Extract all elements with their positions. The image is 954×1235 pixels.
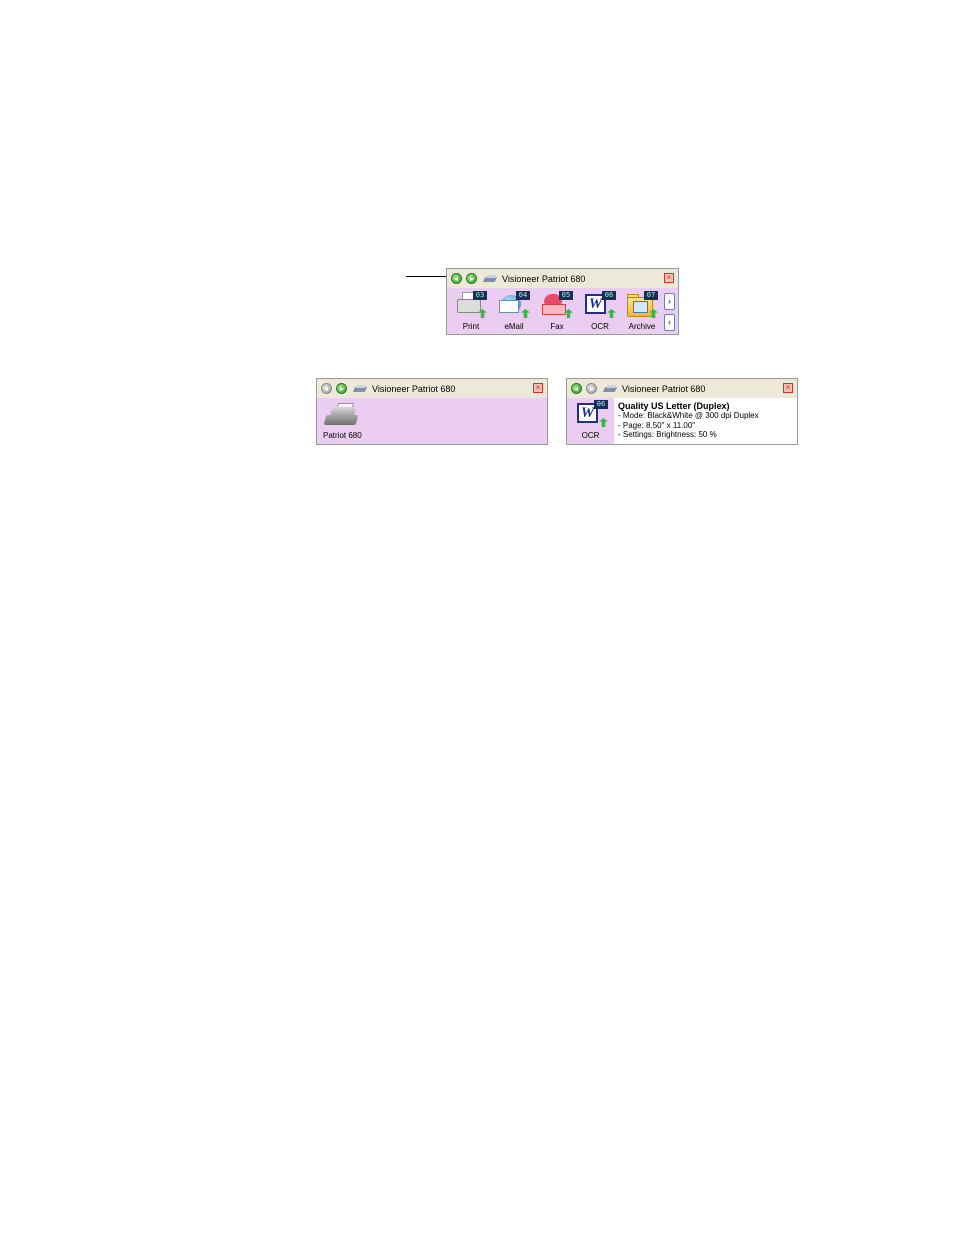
close-icon[interactable]: × [664,273,674,283]
button-number-badge: 07 [644,291,658,300]
button-number-badge: 03 [473,291,487,300]
page-line: - Page: 8.50" x 11.00" [618,420,696,430]
device-area: Patriot 680 [317,398,547,444]
panel-title: Visioneer Patriot 680 [372,383,456,394]
back-arrow-icon[interactable] [321,383,332,394]
panel-title: Visioneer Patriot 680 [502,273,586,284]
word-ocr-icon: W 06 [584,291,616,318]
back-arrow-icon[interactable] [451,273,462,284]
forward-arrow-icon[interactable] [466,273,477,284]
green-arrow-icon [599,418,608,427]
title-bar: Visioneer Patriot 680 × [317,379,547,398]
button-label: Fax [550,322,564,331]
button-number-badge: 06 [594,400,608,409]
fax-icon: 05 [541,291,573,318]
close-icon[interactable]: × [783,383,793,393]
detail-area: W 06 OCR Quality US Letter (Duplex) - Mo… [567,398,797,444]
scanner-icon [354,385,368,393]
selected-button[interactable]: W 06 OCR [567,398,614,444]
one-touch-panel-buttons: Visioneer Patriot 680 × 03 Print 04 eMai… [446,268,679,335]
back-arrow-icon[interactable] [571,383,582,394]
scanner-icon [484,275,498,283]
button-number-badge: 04 [516,291,530,300]
configuration-title: Quality US Letter (Duplex) [618,401,730,411]
archive-folder-icon: 07 [626,291,658,318]
title-bar: Visioneer Patriot 680 × [447,269,678,288]
callout-line [406,276,446,277]
panel-title: Visioneer Patriot 680 [622,383,706,394]
forward-arrow-icon[interactable] [586,383,597,394]
configuration-details: Quality US Letter (Duplex) - Mode: Black… [618,401,759,440]
scanner-device-icon[interactable] [323,403,361,429]
green-arrow-icon [607,309,616,318]
green-arrow-icon [521,309,530,318]
printer-icon: 03 [455,291,487,318]
device-label: Patriot 680 [323,431,362,440]
button-number-badge: 05 [559,291,573,300]
scroll-left-button[interactable]: ‹ [664,314,675,331]
button-label: eMail [504,322,524,331]
one-touch-panel-scanner: Visioneer Patriot 680 × Patriot 680 [316,378,548,445]
word-ocr-icon: W 06 [576,400,608,427]
mode-line: - Mode: Black&White @ 300 dpi Duplex [618,411,759,420]
button-label: Print [462,322,480,331]
button-label: Archive [628,322,656,331]
button-label: OCR [591,322,609,331]
close-icon[interactable]: × [533,383,543,393]
button-label: OCR [581,431,600,440]
scanner-icon [604,385,618,393]
button-number-badge: 06 [602,291,616,300]
settings-line: - Settings: Brightness: 50 % [618,430,717,439]
title-bar: Visioneer Patriot 680 × [567,379,797,398]
one-touch-panel-detail: Visioneer Patriot 680 × W 06 OCR Quality… [566,378,798,445]
forward-arrow-icon[interactable] [336,383,347,394]
scroll-right-button[interactable]: › [664,293,675,310]
email-icon: 04 [498,291,530,318]
